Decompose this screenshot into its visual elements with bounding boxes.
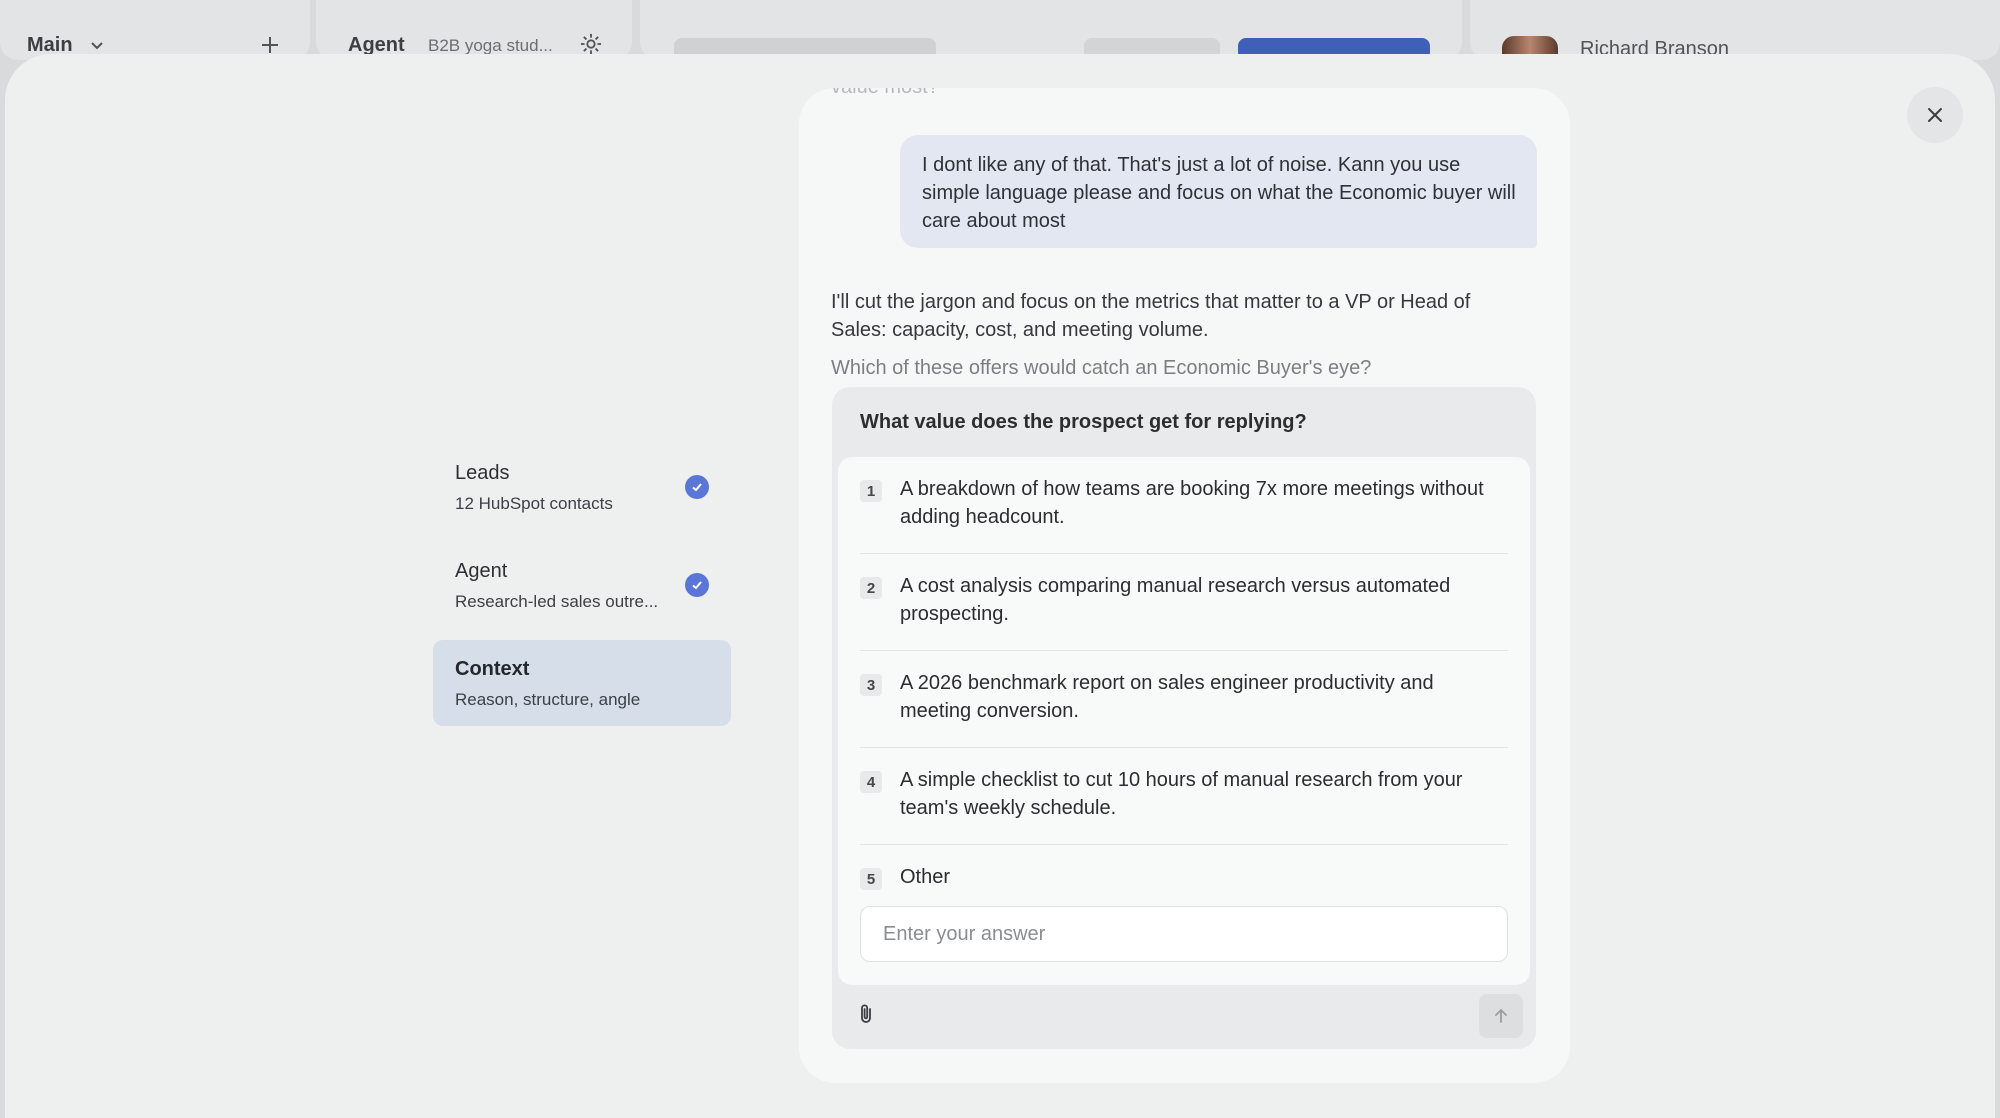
option-number: 4 bbox=[860, 771, 882, 793]
option-number: 2 bbox=[860, 577, 882, 599]
background-agent-desc: B2B yoga stud... bbox=[428, 36, 553, 55]
chat-card: value most? I dont like any of that. Tha… bbox=[799, 88, 1570, 1083]
options-list: 1 A breakdown of how teams are booking 7… bbox=[838, 457, 1530, 985]
check-circle-icon bbox=[685, 573, 709, 597]
user-message-bubble: I dont like any of that. That's just a l… bbox=[900, 135, 1537, 248]
close-button[interactable] bbox=[1907, 87, 1963, 143]
step-subtitle: Reason, structure, angle bbox=[455, 690, 641, 709]
option-4[interactable]: 4 A simple checklist to cut 10 hours of … bbox=[860, 769, 1508, 845]
question-title: What value does the prospect get for rep… bbox=[860, 411, 1307, 433]
assistant-question-text: Which of these offers would catch an Eco… bbox=[831, 357, 1372, 379]
send-button[interactable] bbox=[1479, 994, 1523, 1038]
option-5[interactable]: 5 Other bbox=[860, 866, 1508, 896]
step-leads[interactable]: Leads 12 HubSpot contacts bbox=[433, 444, 731, 530]
step-subtitle: 12 HubSpot contacts bbox=[455, 494, 613, 513]
plus-icon[interactable] bbox=[260, 35, 280, 55]
check-circle-icon bbox=[685, 475, 709, 499]
user-message: I dont like any of that. That's just a l… bbox=[922, 154, 1516, 232]
option-number: 5 bbox=[860, 868, 882, 890]
option-text: A 2026 benchmark report on sales enginee… bbox=[900, 672, 1434, 722]
option-number: 3 bbox=[860, 674, 882, 696]
faded-previous-text: value most? bbox=[831, 88, 939, 99]
close-icon bbox=[1928, 108, 1942, 122]
option-2[interactable]: 2 A cost analysis comparing manual resea… bbox=[860, 575, 1508, 651]
option-number: 1 bbox=[860, 480, 882, 502]
option-1[interactable]: 1 A breakdown of how teams are booking 7… bbox=[860, 478, 1508, 554]
chevron-down-icon[interactable] bbox=[90, 41, 104, 51]
question-panel: What value does the prospect get for rep… bbox=[832, 387, 1536, 1049]
option-text: A simple checklist to cut 10 hours of ma… bbox=[900, 769, 1463, 819]
step-context[interactable]: Context Reason, structure, angle bbox=[433, 640, 731, 726]
option-text: A cost analysis comparing manual researc… bbox=[900, 575, 1451, 625]
step-title: Leads bbox=[455, 462, 510, 484]
step-subtitle: Research-led sales outre... bbox=[455, 592, 659, 611]
step-title: Context bbox=[455, 658, 530, 680]
assistant-message: I'll cut the jargon and focus on the met… bbox=[831, 291, 1471, 341]
gear-icon[interactable] bbox=[580, 33, 602, 55]
option-3[interactable]: 3 A 2026 benchmark report on sales engin… bbox=[860, 672, 1508, 748]
option-text: A breakdown of how teams are booking 7x … bbox=[900, 478, 1484, 528]
step-agent[interactable]: Agent Research-led sales outre... bbox=[433, 542, 731, 628]
arrow-up-icon bbox=[1495, 1008, 1507, 1023]
paperclip-icon[interactable] bbox=[854, 1002, 878, 1026]
option-text: Other bbox=[900, 866, 951, 888]
answer-input[interactable] bbox=[860, 906, 1508, 962]
step-title: Agent bbox=[455, 560, 508, 582]
